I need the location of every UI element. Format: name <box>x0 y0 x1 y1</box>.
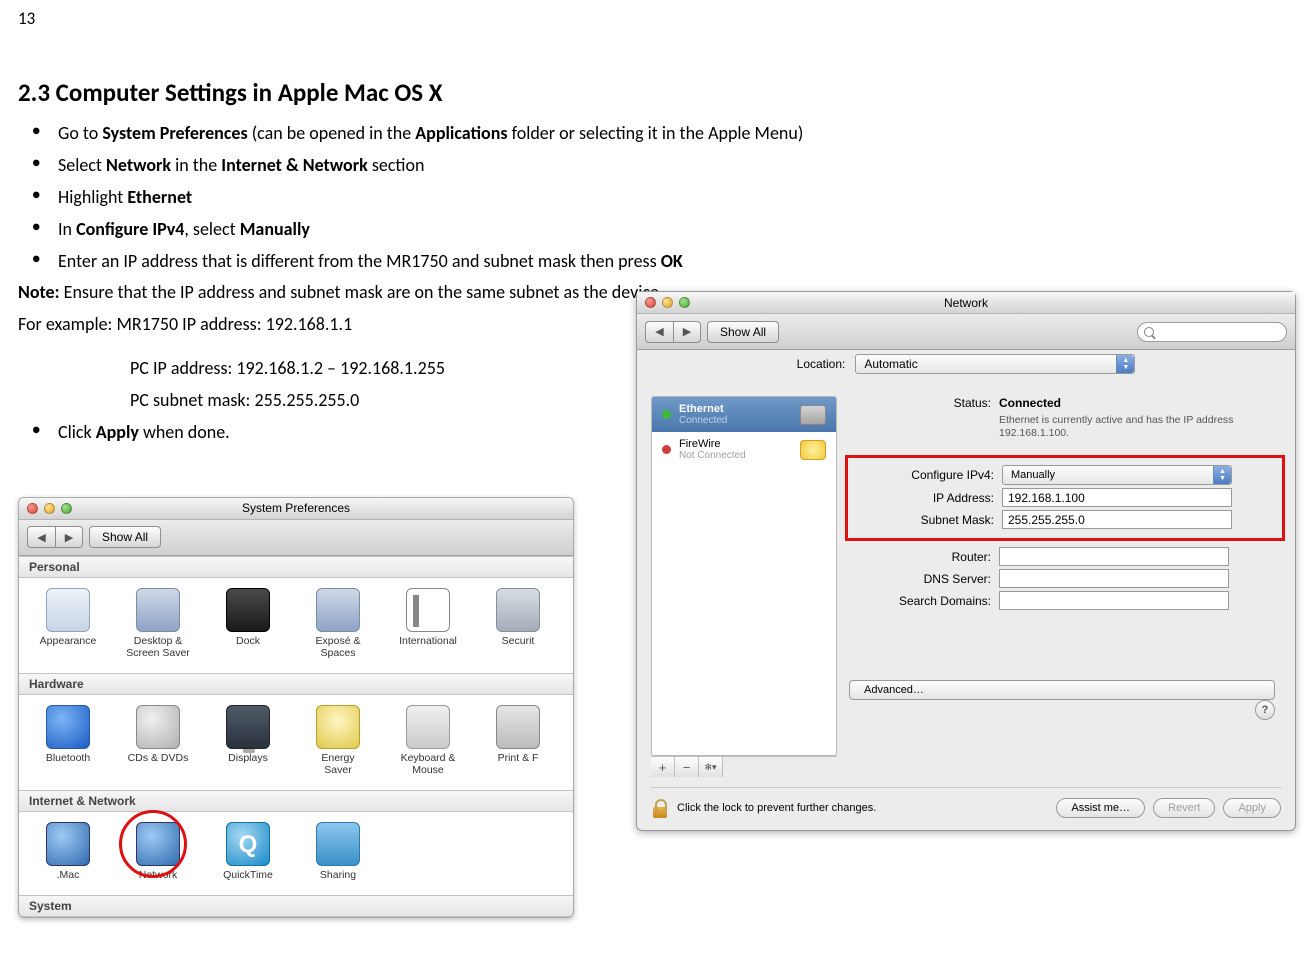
section-hardware: Hardware <box>19 673 573 695</box>
lock-row: Click the lock to prevent further change… <box>637 788 1295 830</box>
status-dot-icon <box>662 410 671 419</box>
internet-grid: .Mac Network QuickTime Sharing <box>19 812 573 895</box>
titlebar: Network <box>637 292 1295 314</box>
dns-label: DNS Server: <box>849 572 999 586</box>
toolbar: ◀ ▶ Show All <box>19 520 573 556</box>
show-all-button[interactable]: Show All <box>89 526 161 548</box>
section-internet: Internet & Network <box>19 790 573 812</box>
sidebar-item-firewire[interactable]: FireWire Not Connected <box>652 432 836 467</box>
system-preferences-window: System Preferences ◀ ▶ Show All Personal… <box>18 497 574 918</box>
pref-keyboard[interactable]: Keyboard & Mouse <box>383 705 473 776</box>
toolbar: ◀ ▶ Show All <box>637 314 1295 350</box>
pref-appearance[interactable]: Appearance <box>23 588 113 659</box>
chevron-updown-icon: ▲▼ <box>1213 466 1231 484</box>
sidebar-item-ethernet[interactable]: Ethernet Connected <box>652 397 836 432</box>
personal-grid: Appearance Desktop & Screen Saver Dock E… <box>19 578 573 673</box>
router-label: Router: <box>849 550 999 564</box>
pref-network[interactable]: Network <box>113 822 203 881</box>
page-number: 13 <box>18 8 1296 29</box>
location-label: Location: <box>797 357 846 371</box>
instruction-item: In Configure IPv4, select Manually <box>18 216 1296 244</box>
status-value: Connected <box>999 396 1259 412</box>
chevron-updown-icon: ▲▼ <box>1116 355 1134 373</box>
status-dot-icon <box>662 445 671 454</box>
instruction-item: Enter an IP address that is different fr… <box>18 248 1296 276</box>
forward-button[interactable]: ▶ <box>673 321 701 343</box>
firewire-icon <box>800 440 826 460</box>
highlight-box: Configure IPv4: Manually ▲▼ IP Address: … <box>845 455 1285 541</box>
pref-sharing[interactable]: Sharing <box>293 822 383 881</box>
example-line-2: PC IP address: 192.168.1.2 – 192.168.1.2… <box>18 355 636 383</box>
pref-quicktime[interactable]: QuickTime <box>203 822 293 881</box>
section-system: System <box>19 895 573 917</box>
pref-mac[interactable]: .Mac <box>23 822 113 881</box>
status-description: Ethernet is currently active and has the… <box>999 414 1259 441</box>
location-row: Location: Automatic ▲▼ <box>637 354 1295 374</box>
pref-expose[interactable]: Exposé & Spaces <box>293 588 383 659</box>
advanced-button[interactable]: Advanced… <box>849 680 1275 700</box>
nav-buttons[interactable]: ◀ ▶ <box>27 526 83 548</box>
pref-print[interactable]: Print & F <box>473 705 563 776</box>
pref-bluetooth[interactable]: Bluetooth <box>23 705 113 776</box>
configure-label: Configure IPv4: <box>852 468 1002 482</box>
ip-label: IP Address: <box>852 491 1002 505</box>
pref-dock[interactable]: Dock <box>203 588 293 659</box>
mask-input[interactable]: 255.255.255.0 <box>1002 510 1232 529</box>
back-button[interactable]: ◀ <box>27 526 55 548</box>
configure-select[interactable]: Manually ▲▼ <box>1002 465 1232 485</box>
ip-input[interactable]: 192.168.1.100 <box>1002 488 1232 507</box>
mask-label: Subnet Mask: <box>852 513 1002 527</box>
pref-cds[interactable]: CDs & DVDs <box>113 705 203 776</box>
assist-button[interactable]: Assist me… <box>1056 798 1145 818</box>
instruction-list: Go to System Preferences (can be opened … <box>18 120 1296 275</box>
search-icon <box>1144 327 1154 337</box>
search-domains-label: Search Domains: <box>849 594 999 608</box>
section-personal: Personal <box>19 556 573 578</box>
status-label: Status: <box>849 396 999 441</box>
window-title: Network <box>637 296 1295 310</box>
lock-text: Click the lock to prevent further change… <box>677 802 876 814</box>
search-input[interactable] <box>1137 322 1287 342</box>
dns-input[interactable] <box>999 569 1229 588</box>
instruction-item: Go to System Preferences (can be opened … <box>18 120 1296 148</box>
pref-energy[interactable]: Energy Saver <box>293 705 383 776</box>
pref-international[interactable]: International <box>383 588 473 659</box>
revert-button[interactable]: Revert <box>1153 798 1215 818</box>
pref-displays[interactable]: Displays <box>203 705 293 776</box>
back-button[interactable]: ◀ <box>645 321 673 343</box>
interface-sidebar: Ethernet Connected FireWire Not Connecte… <box>651 396 837 756</box>
remove-interface-button[interactable]: − <box>675 757 699 777</box>
titlebar: System Preferences <box>19 498 573 520</box>
ethernet-icon <box>800 405 826 425</box>
interface-options-button[interactable]: ✻▾ <box>699 757 723 777</box>
instruction-item: Highlight Ethernet <box>18 184 1296 212</box>
pref-security[interactable]: Securit <box>473 588 563 659</box>
router-input[interactable] <box>999 547 1229 566</box>
instruction-item: Click Apply when done. <box>18 419 636 447</box>
section-heading: 2.3 Computer Settings in Apple Mac OS X <box>18 77 1296 108</box>
instruction-list-2: Click Apply when done. <box>18 419 636 447</box>
add-interface-button[interactable]: + <box>651 757 675 777</box>
hardware-grid: Bluetooth CDs & DVDs Displays Energy Sav… <box>19 695 573 790</box>
example-line-3: PC subnet mask: 255.255.255.0 <box>18 387 636 415</box>
help-button[interactable]: ? <box>1255 700 1275 720</box>
nav-buttons[interactable]: ◀ ▶ <box>645 321 701 343</box>
window-title: System Preferences <box>19 501 573 515</box>
forward-button[interactable]: ▶ <box>55 526 83 548</box>
instruction-item: Select Network in the Internet & Network… <box>18 152 1296 180</box>
network-window: Network ◀ ▶ Show All Location: <box>636 291 1296 831</box>
lock-icon[interactable] <box>651 798 669 818</box>
show-all-button[interactable]: Show All <box>707 321 779 343</box>
sidebar-footer: + − ✻▾ <box>651 756 837 777</box>
detail-pane: Status: Connected Ethernet is currently … <box>849 396 1281 777</box>
pref-desktop[interactable]: Desktop & Screen Saver <box>113 588 203 659</box>
apply-button[interactable]: Apply <box>1223 798 1281 818</box>
search-domains-input[interactable] <box>999 591 1229 610</box>
location-select[interactable]: Automatic ▲▼ <box>855 354 1135 374</box>
